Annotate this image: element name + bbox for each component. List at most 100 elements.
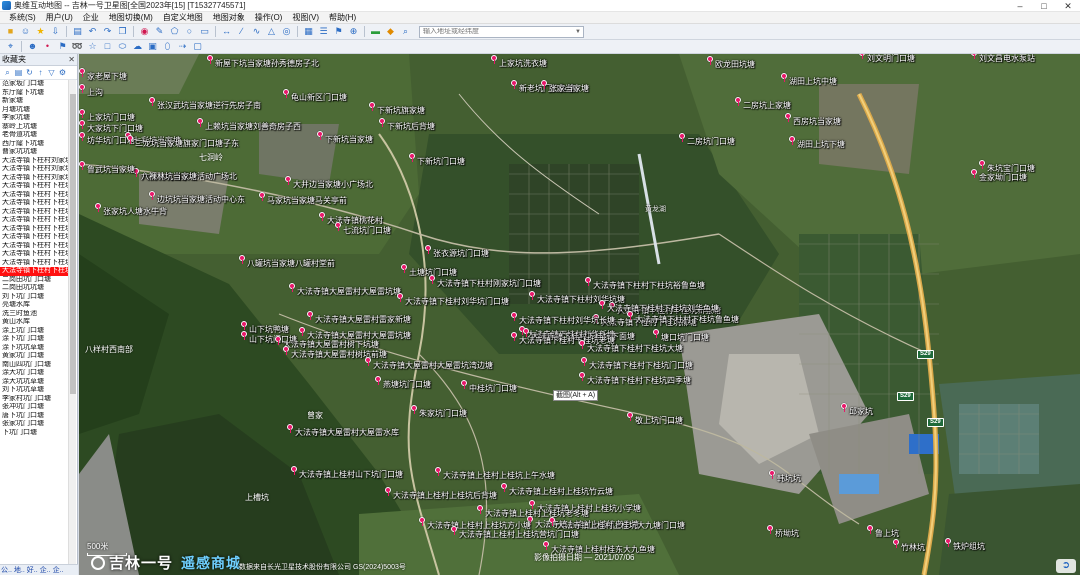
measure-icon[interactable]: ↔	[221, 26, 232, 37]
poi-label[interactable]: 张汉武坑当家塘逆行先房子南	[157, 101, 261, 110]
poi-label[interactable]: 二房坑门口塘	[687, 137, 735, 146]
download-icon[interactable]: ⇩	[50, 26, 61, 37]
menu-operation[interactable]: 操作(O)	[250, 12, 288, 23]
rectangle-icon[interactable]: ▭	[199, 26, 210, 37]
favorite-item[interactable]: 东厅窿下坑塘	[0, 89, 68, 98]
tab-enterprise[interactable]: 企..	[39, 565, 52, 575]
poi-label[interactable]: 龟山新区门口塘	[291, 93, 347, 102]
poi-marker-icon[interactable]	[239, 255, 245, 264]
favorite-item[interactable]: 二岗田坑门口塘	[0, 276, 68, 285]
poi-marker-icon[interactable]	[241, 331, 247, 340]
refresh-icon[interactable]: ↻	[25, 68, 34, 77]
favorite-item[interactable]: 大法寺镇下柱村下柱坊	[0, 242, 68, 251]
poi-marker-icon[interactable]	[79, 161, 85, 170]
address-search-input[interactable]	[423, 28, 573, 35]
poi-marker-icon[interactable]	[419, 517, 425, 526]
star-outline-icon[interactable]: ☆	[87, 41, 98, 52]
copy-icon[interactable]: ❐	[117, 26, 128, 37]
poi-marker-icon[interactable]	[579, 372, 585, 381]
poi-marker-icon[interactable]	[735, 97, 741, 106]
polygon-icon[interactable]: ⬠	[169, 26, 180, 37]
poi-marker-icon[interactable]	[971, 169, 977, 178]
poi-marker-icon[interactable]	[285, 176, 291, 185]
poi-label[interactable]: 铁炉组坑	[953, 542, 985, 551]
folder-icon[interactable]: ■	[5, 26, 16, 37]
poi-label[interactable]: 大法寺镇大屋雷村树坑前塘	[291, 350, 387, 359]
poi-label[interactable]: 邱家坑	[849, 407, 873, 416]
favorite-item[interactable]: 寨岭上坑塘	[0, 123, 68, 132]
poi-label[interactable]: 新屋下坑当家塘孙秀德房子北	[215, 59, 319, 68]
menu-enterprise[interactable]: 企业	[78, 12, 104, 23]
grid-icon[interactable]: ▦	[303, 26, 314, 37]
poi-marker-icon[interactable]	[149, 97, 155, 106]
poi-label[interactable]: 鲁武坑当家塘	[87, 165, 135, 174]
favorite-item[interactable]: 大法寺镇下柱村下柱坊	[0, 216, 68, 225]
favorite-item[interactable]: 大法寺镇下柱村下柱坊	[0, 208, 68, 217]
settings-icon[interactable]: ⚙	[58, 68, 67, 77]
poi-marker-icon[interactable]	[379, 118, 385, 127]
poi-marker-icon[interactable]	[461, 380, 467, 389]
scrollbar-thumb[interactable]	[70, 94, 76, 394]
chat-icon[interactable]: ▬	[370, 26, 381, 37]
poi-marker-icon[interactable]	[679, 133, 685, 142]
favorite-item[interactable]: 涂大坑门口塘	[0, 369, 68, 378]
poi-marker-icon[interactable]	[79, 120, 85, 129]
poi-label[interactable]: 张家坑人塘水牛背	[103, 207, 167, 216]
poi-label[interactable]: 欧龙田坑塘	[715, 60, 755, 69]
poi-marker-icon[interactable]	[375, 376, 381, 385]
poi-marker-icon[interactable]	[511, 312, 517, 321]
poi-label[interactable]: 大法寺镇上桂村上桂坑方小塘	[427, 521, 531, 530]
favorite-item[interactable]: 黄家坑门口塘	[0, 352, 68, 361]
poi-marker-icon[interactable]	[307, 311, 313, 320]
favorite-item[interactable]: 大法寺镇下柱村下柱坊	[0, 250, 68, 259]
poi-marker-icon[interactable]	[299, 327, 305, 336]
poi-marker-icon[interactable]	[79, 132, 85, 141]
poi-marker-icon[interactable]	[319, 212, 325, 221]
poi-label[interactable]: 大法寺镇大屋雷村大屋雷水库	[295, 428, 399, 437]
poi-marker-icon[interactable]	[385, 487, 391, 496]
poi-label[interactable]: 下新坑当家塘	[325, 135, 373, 144]
poi-label[interactable]: 下新坑门口塘	[417, 157, 465, 166]
favorite-item[interactable]: 大法寺镇下柱村下柱坊	[0, 191, 68, 200]
up-icon[interactable]: ↑	[36, 68, 45, 77]
poi-label[interactable]: 上赖坑当家塘刘善奇房子西	[205, 122, 301, 131]
poi-label[interactable]: 大法寺镇下柱村刘华坑长塘	[519, 316, 615, 325]
poi-label[interactable]: 大法寺镇上桂村上桂坑营坑门口塘	[459, 530, 579, 539]
poi-label[interactable]: 大法寺镇上桂村上桂坑上午水塘	[443, 471, 555, 480]
poi-label[interactable]: 刘文昌电水泵站	[979, 54, 1035, 63]
compass-icon[interactable]: ➲	[1056, 559, 1076, 573]
poi-marker-icon[interactable]	[149, 191, 155, 200]
circle-icon[interactable]: ○	[184, 26, 195, 37]
poi-marker-icon[interactable]	[335, 222, 341, 231]
zoom-in-icon[interactable]: ⊕	[348, 26, 359, 37]
poi-marker-icon[interactable]	[283, 89, 289, 98]
tab-friends[interactable]: 好..	[26, 565, 39, 575]
poi-marker-icon[interactable]	[435, 467, 441, 476]
scrollbar[interactable]	[68, 80, 76, 564]
poi-marker-icon[interactable]	[287, 424, 293, 433]
favorite-item[interactable]: 西厅窿下坑塘	[0, 140, 68, 149]
poi-label[interactable]: 边坑坑当家塘活动中心东	[157, 195, 245, 204]
poi-label[interactable]: 大法寺镇下桂村下桂坑大塘	[587, 344, 683, 353]
poi-label[interactable]: 下新坑后背塘	[387, 122, 435, 131]
poi-marker-icon[interactable]	[979, 160, 985, 169]
poi-marker-icon[interactable]	[579, 340, 585, 349]
poi-label[interactable]: 二房坑上家塘	[743, 101, 791, 110]
poi-label[interactable]: 大法寺镇下柱村刚家坑门口塘	[437, 279, 541, 288]
frame-icon[interactable]: ▢	[192, 41, 203, 52]
poi-marker-icon[interactable]	[207, 55, 213, 64]
menu-view[interactable]: 视图(V)	[287, 12, 324, 23]
poi-marker-icon[interactable]	[127, 135, 133, 144]
favorite-item[interactable]: 刘下坑门口塘	[0, 293, 68, 302]
list-icon[interactable]: ☰	[318, 26, 329, 37]
poi-marker-icon[interactable]	[945, 538, 951, 547]
poi-label[interactable]: 大法寺镇下桂村下桂坑四季塘	[587, 376, 691, 385]
favorite-item[interactable]: 刘下坑坑草塘	[0, 386, 68, 395]
poi-label[interactable]: 桥坳坑	[775, 529, 799, 538]
poi-marker-icon[interactable]	[599, 300, 605, 309]
favorite-item[interactable]: 涂大坑坑草塘	[0, 378, 68, 387]
poi-label[interactable]: 七流坑门口塘	[343, 226, 391, 235]
poi-marker-icon[interactable]	[79, 84, 85, 93]
poi-label[interactable]: 大法寺镇大屋雷村雷家新塘	[315, 315, 411, 324]
poi-label[interactable]: 西房坑当家塘	[793, 117, 841, 126]
